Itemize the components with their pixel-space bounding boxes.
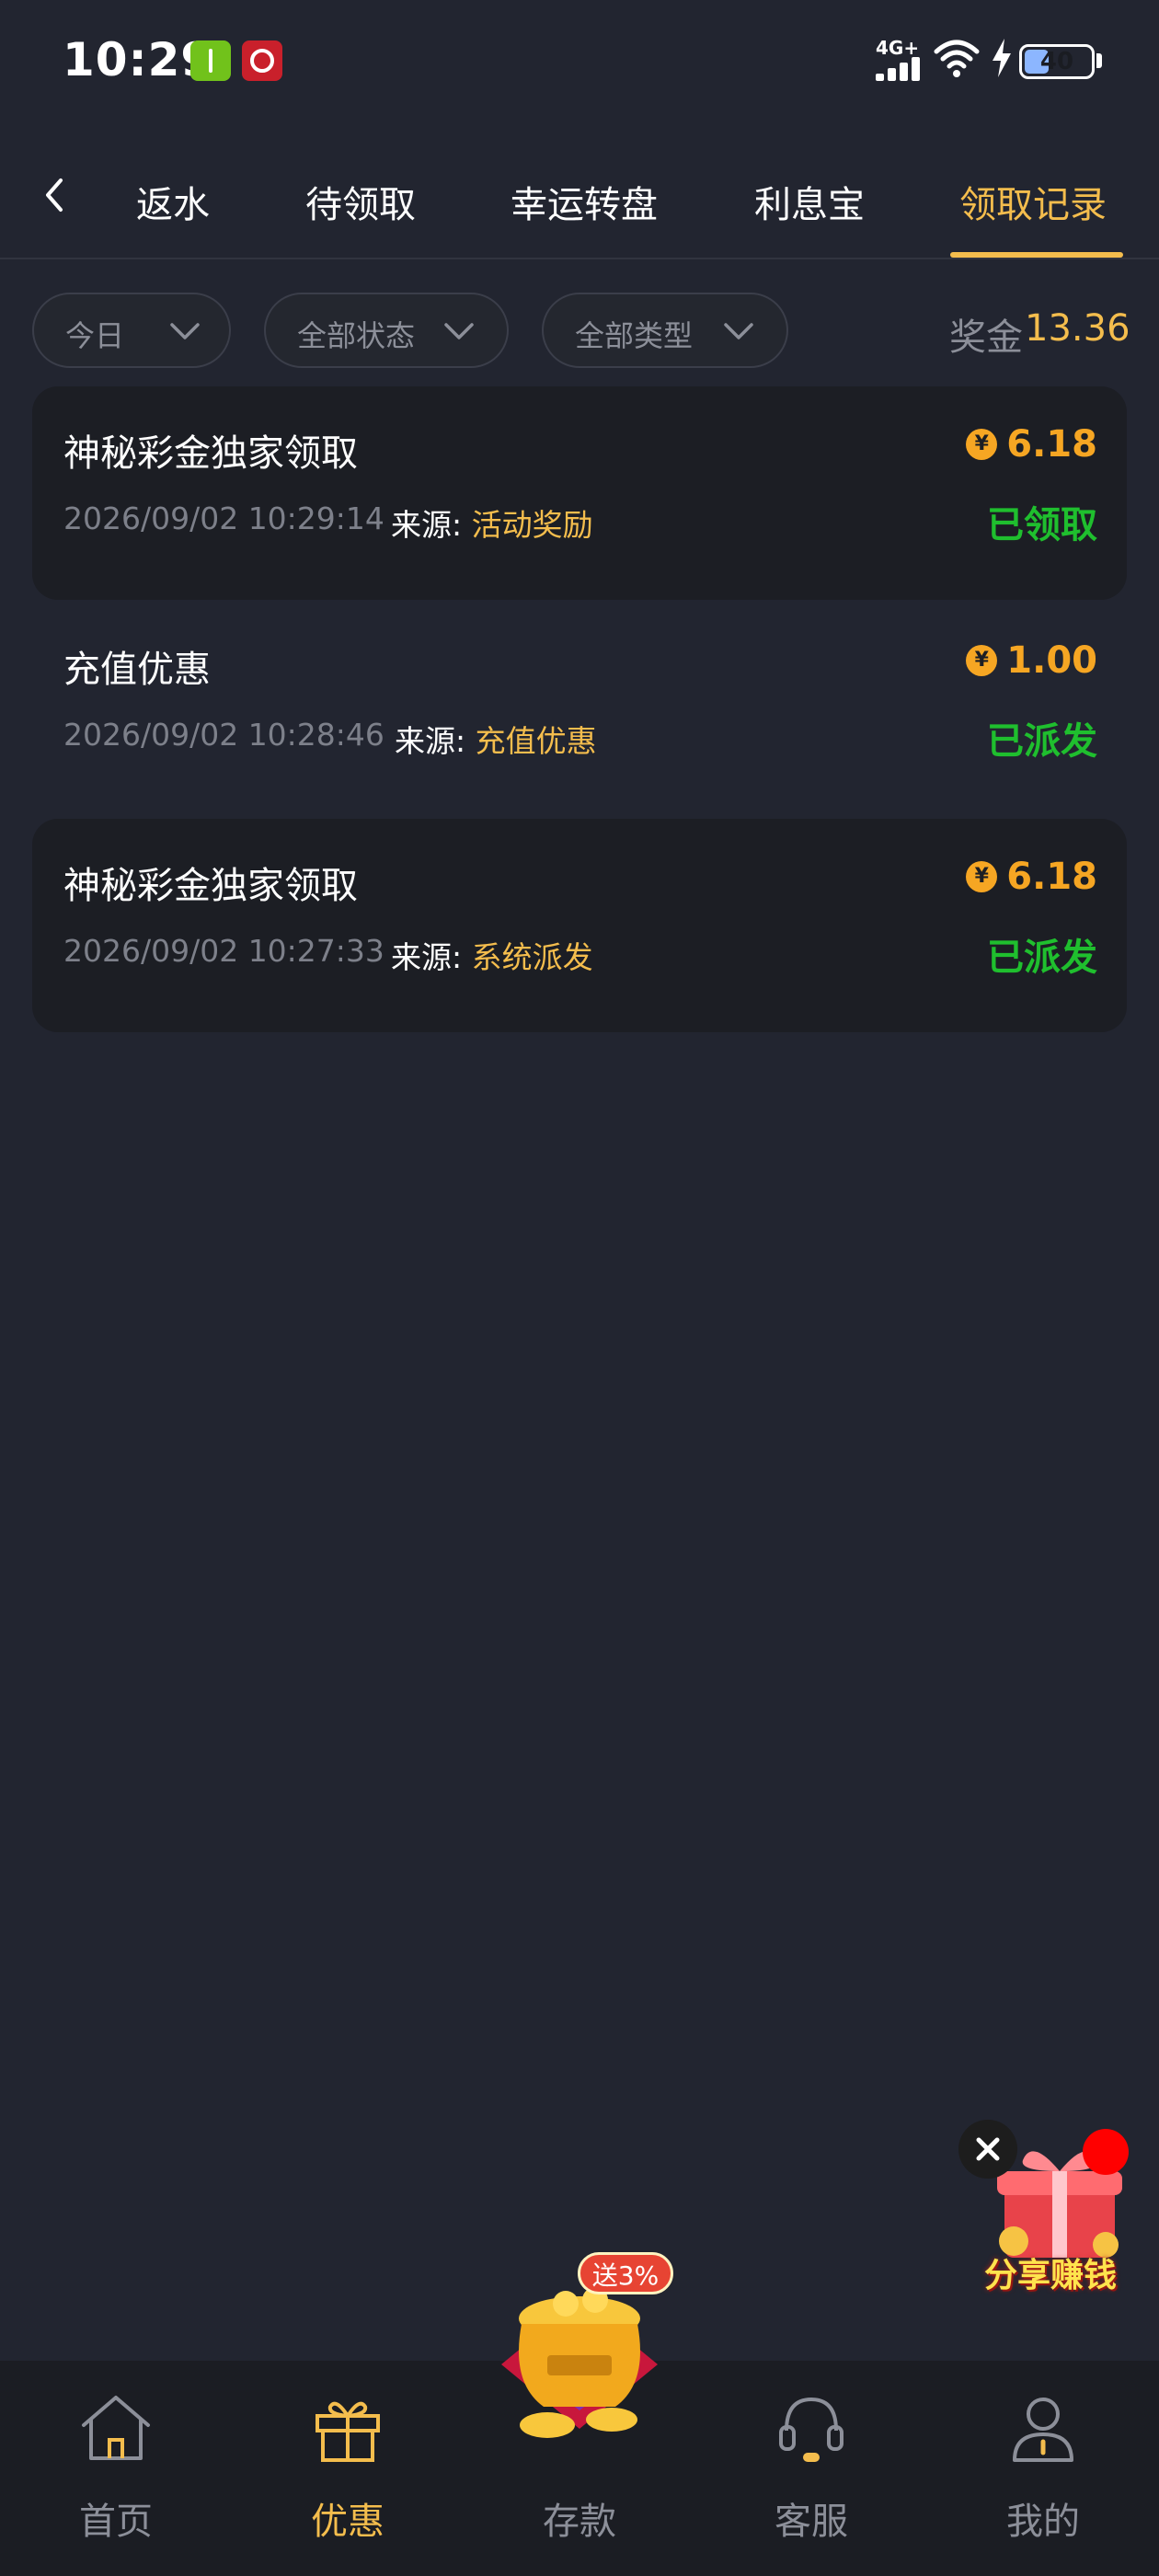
nav-promotions-label: 优惠 xyxy=(311,2501,384,2543)
top-tab-bar: 返水 待领取 幸运转盘 利息宝 领取记录 xyxy=(0,156,1159,259)
chevron-down-icon xyxy=(170,323,200,339)
home-icon xyxy=(82,2396,150,2460)
record-item: 神秘彩金独家领取 2026/09/02 10:27:33 来源: 系统派发 ¥ … xyxy=(32,819,1127,1032)
coin-icon: ¥ xyxy=(966,861,998,892)
record-amount: ¥ 6.18 xyxy=(966,856,1097,898)
record-amount: ¥ 6.18 xyxy=(966,423,1097,466)
chevron-down-icon xyxy=(724,323,753,339)
record-title: 神秘彩金独家领取 xyxy=(63,432,358,475)
record-status: 已派发 xyxy=(987,720,1097,763)
coin-icon: ¥ xyxy=(966,645,998,676)
tab-claim-records[interactable]: 领取记录 xyxy=(959,175,1107,228)
record-amount-value: 6.18 xyxy=(1006,856,1097,898)
record-source-value: 充值优惠 xyxy=(475,723,597,759)
status-filter-dropdown[interactable]: 全部状态 xyxy=(264,293,509,368)
record-time: 2026/09/02 10:29:14 xyxy=(63,500,384,536)
record-source-value: 活动奖励 xyxy=(471,507,593,543)
type-filter-dropdown[interactable]: 全部类型 xyxy=(542,293,788,368)
record-item: 神秘彩金独家领取 2026/09/02 10:29:14 来源: 活动奖励 ¥ … xyxy=(32,386,1127,600)
chevron-down-icon xyxy=(444,323,474,339)
active-tab-indicator xyxy=(950,252,1123,258)
usb-notification-icon xyxy=(190,40,231,81)
tab-pending[interactable]: 待领取 xyxy=(305,175,416,228)
gift-icon xyxy=(316,2401,380,2462)
battery-level: 40 xyxy=(1039,48,1074,75)
record-status: 已派发 xyxy=(987,937,1097,979)
record-source: 来源: 活动奖励 xyxy=(391,500,593,545)
battery-cap xyxy=(1096,53,1102,68)
notification-dot xyxy=(1083,2129,1129,2175)
page-root: 10:29 4G+ 40 返水 待领取 幸运转盘 利息宝 领取记录 今日 全部状… xyxy=(0,0,1159,2576)
nav-support-label: 客服 xyxy=(775,2501,848,2543)
user-icon xyxy=(1013,2398,1073,2462)
record-source-value: 系统派发 xyxy=(471,939,593,975)
record-source: 来源: 系统派发 xyxy=(391,933,593,977)
type-filter-label: 全部类型 xyxy=(575,318,694,353)
nav-profile[interactable]: 我的 xyxy=(927,2361,1159,2576)
record-title: 充值优惠 xyxy=(63,649,211,691)
wifi-icon xyxy=(934,40,980,77)
nav-profile-label: 我的 xyxy=(1006,2501,1080,2543)
date-filter-dropdown[interactable]: 今日 xyxy=(32,293,231,368)
record-title: 神秘彩金独家领取 xyxy=(63,865,358,907)
status-filter-label: 全部状态 xyxy=(297,318,416,353)
nav-home-label: 首页 xyxy=(79,2501,153,2543)
record-source: 来源: 充值优惠 xyxy=(395,717,597,761)
bonus-total-value: 13.36 xyxy=(1025,307,1130,350)
deposit-bonus-badge: 送3% xyxy=(578,2252,673,2294)
signal-icon xyxy=(876,57,924,81)
tab-lucky-wheel[interactable]: 幸运转盘 xyxy=(511,175,658,228)
tab-rebate[interactable]: 返水 xyxy=(136,175,210,228)
nav-support[interactable]: 客服 xyxy=(695,2361,927,2576)
nav-deposit-label: 存款 xyxy=(543,2501,616,2543)
bank-notification-icon xyxy=(242,40,282,81)
record-time: 2026/09/02 10:27:33 xyxy=(63,933,384,969)
record-amount-value: 1.00 xyxy=(1006,639,1097,682)
battery-icon: 40 xyxy=(1019,44,1095,79)
record-amount-value: 6.18 xyxy=(1006,423,1097,466)
bonus-total-label: 奖金 xyxy=(949,316,1023,359)
record-source-label: 来源: xyxy=(391,939,463,975)
close-icon xyxy=(976,2137,1000,2161)
share-earn-label: 分享赚钱 xyxy=(983,2257,1117,2294)
network-type-label: 4G+ xyxy=(876,37,920,59)
coin-icon: ¥ xyxy=(966,429,998,460)
tab-interest[interactable]: 利息宝 xyxy=(754,175,865,228)
date-filter-label: 今日 xyxy=(65,318,125,353)
close-share-button[interactable] xyxy=(958,2120,1017,2179)
back-arrow-icon[interactable] xyxy=(28,167,83,223)
record-source-label: 来源: xyxy=(395,723,466,759)
record-amount: ¥ 1.00 xyxy=(966,639,1097,682)
share-earn-widget[interactable]: 分享赚钱 xyxy=(958,2120,1142,2304)
headset-icon xyxy=(779,2397,843,2462)
record-status: 已领取 xyxy=(987,504,1097,546)
charging-icon xyxy=(993,39,1011,77)
record-time: 2026/09/02 10:28:46 xyxy=(63,717,384,753)
nav-home[interactable]: 首页 xyxy=(0,2361,232,2576)
record-source-label: 来源: xyxy=(391,507,463,543)
status-bar: 10:29 4G+ 40 xyxy=(0,0,1159,129)
record-item: 充值优惠 2026/09/02 10:28:46 来源: 充值优惠 ¥ 1.00… xyxy=(32,603,1127,816)
nav-promotions[interactable]: 优惠 xyxy=(232,2361,464,2576)
